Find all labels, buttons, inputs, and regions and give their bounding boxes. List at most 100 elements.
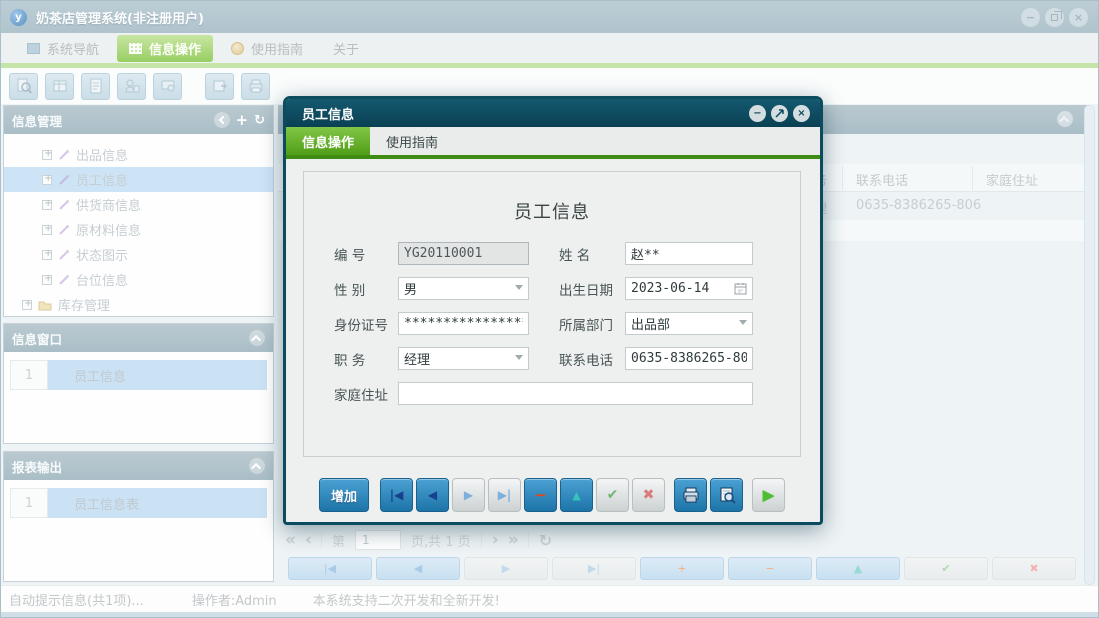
next-record-button[interactable]: ▶ [452,478,485,512]
prev-record-button[interactable]: ◀ [416,478,449,512]
position-select[interactable]: 经理 [398,347,529,370]
collapse-left-icon[interactable] [214,112,230,128]
expand-icon[interactable] [42,200,52,210]
id-number-field[interactable] [398,312,529,335]
grid-prev-button[interactable]: ◀ [376,557,460,580]
info-window-item[interactable]: 1 员工信息 [10,360,267,390]
vertical-scrollbar[interactable] [1084,105,1095,585]
print-preview-icon [718,486,736,504]
export-icon [212,78,228,94]
user-manage-button[interactable] [117,73,146,100]
dialog-resize-icon[interactable] [771,105,788,122]
tab-user-guide[interactable]: 使用指南 [370,127,454,155]
collapse-icon[interactable] [249,458,265,474]
col-phone: 联系电话 [856,170,908,189]
tree-item-table-info[interactable]: 台位信息 [4,267,273,292]
expand-icon[interactable] [42,150,52,160]
pagination-bar: « ‹ 第 1 页,共 1 页 › » ↻ [285,528,552,552]
form-title: 员工信息 [304,198,800,224]
dialog-minimize-icon[interactable]: − [749,105,766,122]
info-tree: 出品信息 员工信息 供货商信息 原材料信息 状态图示 [4,134,273,323]
birth-date-field[interactable]: 2023-06-14 [625,277,753,300]
grid-edit-button[interactable]: ▲ [816,557,900,580]
name-field[interactable] [625,242,753,265]
menu-bar: 系统导航 信息操作 使用指南 关于 [1,33,1098,63]
add-icon[interactable]: + [236,113,249,128]
last-record-button[interactable]: ▶| [488,478,521,512]
refresh-icon[interactable]: ↻ [254,113,265,128]
expand-icon[interactable] [42,225,52,235]
document-button[interactable] [81,73,110,100]
printer-icon [682,486,700,504]
refresh-icon[interactable]: ↻ [539,531,552,550]
close-icon[interactable]: × [1069,8,1088,27]
run-button[interactable]: ▶ [752,478,785,512]
restore-icon[interactable] [1045,8,1064,27]
grid-button-bar: |◀ ◀ ▶ ▶| + − ▲ ✔ ✖ [288,557,1076,580]
page-last-button[interactable]: » [508,530,518,550]
table-icon [52,78,68,94]
address-field[interactable] [398,382,753,405]
chevron-down-icon [739,320,747,325]
minimize-icon[interactable]: − [1021,8,1040,27]
gender-select[interactable]: 男 [398,277,529,300]
tree-item-status-chart[interactable]: 状态图示 [4,242,273,267]
wand-icon [58,199,70,211]
print-preview-button[interactable] [710,478,743,512]
id-number-label: 身份证号 [334,314,398,334]
grid-next-button[interactable]: ▶ [464,557,548,580]
tree-item-material-info[interactable]: 原材料信息 [4,217,273,242]
department-select[interactable]: 出品部 [625,312,753,335]
dialog-title-bar[interactable]: 员工信息 − × [286,99,820,127]
edit-record-button[interactable]: ▲ [560,478,593,512]
printer-button[interactable] [241,73,270,100]
data-table-button[interactable] [45,73,74,100]
monitor-view-button[interactable] [153,73,182,100]
calendar-icon[interactable] [734,282,747,295]
page-next-button[interactable]: › [492,530,498,550]
info-window-header: 信息窗口 [4,324,273,352]
expand-icon[interactable] [42,175,52,185]
employee-form: 员工信息 编 号 姓 名 性 别 男 出生日期 2023-06-14 [303,171,801,457]
tree-item-inventory-manage[interactable]: 库存管理 [4,292,273,317]
phone-field[interactable] [625,347,753,370]
monitor-icon [160,78,176,94]
collapse-icon[interactable] [1057,111,1073,127]
birth-label: 出生日期 [559,279,625,299]
expand-icon[interactable] [22,300,32,310]
grid-cancel-button[interactable]: ✖ [992,557,1076,580]
tree-item-product-info[interactable]: 出品信息 [4,142,273,167]
dialog-button-bar: 增加 |◀ ◀ ▶ ▶| − ▲ ✔ ✖ ▶ [319,478,785,512]
collapse-icon[interactable] [249,330,265,346]
tree-item-supplier-info[interactable]: 供货商信息 [4,192,273,217]
page-prev-button[interactable]: ‹ [305,530,311,550]
add-button[interactable]: 增加 [319,478,369,512]
menu-info-operation[interactable]: 信息操作 [117,35,213,62]
menu-system-nav[interactable]: 系统导航 [15,35,111,62]
menu-user-guide[interactable]: 使用指南 [219,35,315,62]
first-record-button[interactable]: |◀ [380,478,413,512]
user-icon [124,78,140,94]
page-number-input[interactable]: 1 [355,530,401,550]
print-button[interactable] [674,478,707,512]
wand-icon [58,149,70,161]
grid-last-button[interactable]: ▶| [552,557,636,580]
tree-item-employee-info[interactable]: 员工信息 [4,167,273,192]
cancel-button[interactable]: ✖ [632,478,665,512]
search-document-button[interactable] [9,73,38,100]
dialog-close-icon[interactable]: × [793,105,810,122]
code-field [398,242,529,265]
menu-about[interactable]: 关于 [321,35,371,62]
expand-icon[interactable] [42,275,52,285]
page-first-button[interactable]: « [285,530,295,550]
export-document-button[interactable] [205,73,234,100]
grid-ok-button[interactable]: ✔ [904,557,988,580]
grid-delete-button[interactable]: − [728,557,812,580]
tab-info-operation[interactable]: 信息操作 [286,127,370,155]
grid-first-button[interactable]: |◀ [288,557,372,580]
delete-record-button[interactable]: − [524,478,557,512]
report-output-item[interactable]: 1 员工信息表 [10,488,267,518]
confirm-button[interactable]: ✔ [596,478,629,512]
grid-add-button[interactable]: + [640,557,724,580]
expand-icon[interactable] [42,250,52,260]
